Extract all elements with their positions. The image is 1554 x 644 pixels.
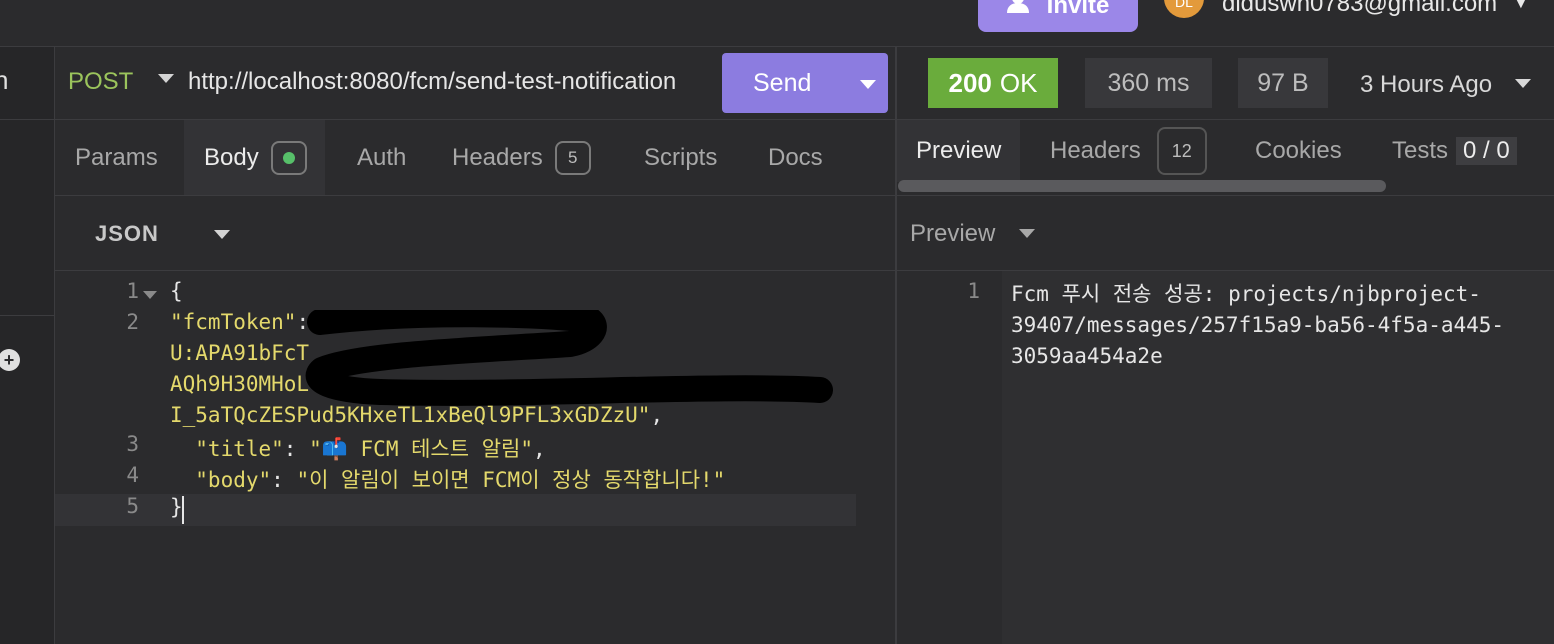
url-input[interactable]: http://localhost:8080/fcm/send-test-noti… [188, 68, 722, 96]
json-key: "fcmToken" [170, 310, 297, 334]
status-text: OK [999, 67, 1038, 98]
tab-response-headers[interactable]: Headers 12 [1050, 120, 1207, 182]
headers-count-badge: 5 [554, 140, 591, 175]
divider [0, 315, 54, 316]
tab-label: Auth [357, 143, 407, 171]
line-number: 2 [126, 310, 139, 334]
invite-button[interactable]: Invite [978, 0, 1138, 32]
response-body-text[interactable]: Fcm 푸시 전송 성공: projects/njbproject-39407/… [1011, 279, 1531, 372]
code-line-4[interactable]: "body": "이 알림이 보이면 FCM이 정상 동작합니다!" [170, 464, 725, 494]
body-indicator [270, 140, 307, 175]
tests-count-badge: 0 / 0 [1456, 137, 1517, 165]
redaction-scribble [306, 310, 833, 406]
tab-label: Preview [916, 137, 1002, 164]
body-type-row [55, 196, 895, 271]
tab-docs[interactable]: Docs [768, 120, 823, 195]
json-string: "📫 FCM 테스트 알림" [309, 437, 533, 461]
tab-label: Body [204, 143, 259, 171]
divider [0, 119, 54, 120]
line-number: 4 [126, 463, 139, 487]
caret-down-icon[interactable] [860, 80, 876, 89]
json-key: "title" [170, 437, 284, 461]
line-number: 1 [967, 279, 980, 303]
tab-label: Params [75, 143, 158, 171]
body-type-select[interactable]: JSON [95, 221, 159, 247]
tab-label: Scripts [644, 143, 718, 171]
code-line-2-wrap[interactable]: AQh9H30MHoL [170, 372, 309, 396]
tab-auth[interactable]: Auth [357, 120, 406, 195]
user-email[interactable]: diduswn0783@gmail.com [1222, 0, 1497, 18]
text-cursor [182, 496, 184, 524]
response-gutter [897, 271, 1002, 644]
json-key: "body" [170, 468, 272, 492]
code-line-1[interactable]: { [170, 279, 183, 303]
preview-mode-select[interactable]: Preview [910, 220, 995, 248]
send-button[interactable]: Send [722, 53, 888, 113]
horizontal-scrollbar[interactable] [898, 180, 1386, 192]
send-label: Send [753, 69, 812, 97]
status-code: 200 [948, 67, 992, 98]
left-sidebar: n [0, 47, 55, 644]
fold-toggle-icon[interactable] [143, 291, 157, 299]
code-line-5[interactable]: } [170, 495, 183, 519]
request-tabs: Params Body Auth Headers 5 Scripts Docs [55, 120, 895, 196]
tab-label: Tests [1392, 137, 1449, 164]
caret-down-icon[interactable] [158, 74, 174, 83]
json-string: "이 알림이 보이면 FCM이 정상 동작합니다!" [296, 468, 726, 492]
headers-count-badge: 12 [1156, 127, 1207, 175]
status-badge: 200 OK [928, 58, 1058, 108]
json-punct: : [283, 437, 310, 461]
tab-headers[interactable]: Headers 5 [452, 120, 591, 195]
history-select[interactable]: 3 Hours Ago [1360, 71, 1492, 99]
line-number: 3 [126, 432, 139, 456]
tab-label: Cookies [1255, 137, 1342, 164]
response-time: 360 ms [1085, 58, 1212, 108]
code-line-3[interactable]: "title": "📫 FCM 테스트 알림", [170, 433, 546, 463]
status-dot-icon [282, 151, 295, 164]
tab-label: Headers [1050, 137, 1141, 164]
tab-cookies[interactable]: Cookies [1255, 120, 1342, 182]
add-user-icon [1006, 0, 1033, 20]
sidebar-collapsed-label: n [0, 65, 9, 95]
method-select[interactable]: POST [68, 68, 133, 96]
invite-label: Invite [1046, 0, 1110, 19]
tab-params[interactable]: Params [75, 120, 158, 195]
json-punct: , [533, 437, 546, 461]
code-line-2-wrap[interactable]: U:APA91bFcT [170, 341, 309, 365]
tab-tests[interactable]: Tests 0 / 0 [1392, 120, 1517, 182]
caret-down-icon[interactable] [1019, 229, 1035, 238]
tab-body[interactable]: Body [184, 120, 325, 195]
tab-preview[interactable]: Preview [897, 120, 1021, 182]
json-punct: : [271, 468, 297, 492]
chevron-down-icon[interactable]: ▼ [1512, 0, 1530, 13]
tab-label: Docs [768, 143, 823, 171]
caret-down-icon[interactable] [1515, 79, 1531, 88]
code-line-2[interactable]: "fcmToken":" [170, 310, 322, 334]
preview-mode-row [897, 196, 1554, 271]
line-number: 1 [126, 279, 139, 303]
tab-scripts[interactable]: Scripts [644, 120, 717, 195]
line-number: 5 [126, 494, 139, 518]
caret-down-icon[interactable] [214, 230, 230, 239]
tab-label: Headers [452, 143, 543, 171]
response-size: 97 B [1238, 58, 1328, 108]
